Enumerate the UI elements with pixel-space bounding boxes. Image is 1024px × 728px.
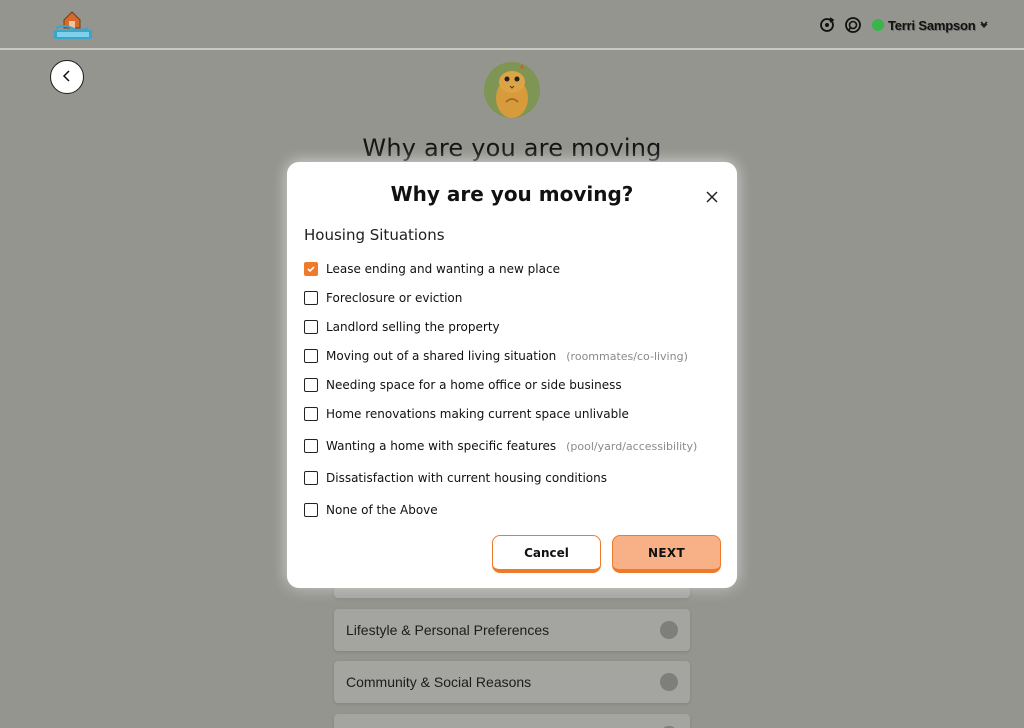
category-label: Lifestyle & Personal Preferences	[346, 622, 550, 638]
checkbox[interactable]	[304, 349, 318, 363]
checkbox-checked[interactable]	[304, 262, 318, 276]
option-label: Dissatisfaction with current housing con…	[326, 471, 607, 485]
option-row[interactable]: Dissatisfaction with current housing con…	[304, 468, 607, 488]
option-row[interactable]: Moving out of a shared living situation (…	[304, 346, 688, 366]
user-name: Terri Sampson	[888, 17, 976, 33]
page-heading: Why are you are moving	[362, 134, 662, 162]
option-row[interactable]: Lease ending and wanting a new place	[304, 259, 560, 279]
option-label: None of the Above	[326, 503, 438, 517]
checkbox[interactable]	[304, 503, 318, 517]
category-card[interactable]: Lifestyle & Personal Preferences	[334, 609, 690, 651]
close-icon[interactable]	[701, 186, 723, 208]
category-label: Community & Social Reasons	[346, 674, 532, 690]
checkbox[interactable]	[304, 378, 318, 392]
next-button[interactable]: NEXT	[612, 535, 721, 573]
option-row[interactable]: Wanting a home with specific features (po…	[304, 436, 697, 456]
checkbox[interactable]	[304, 407, 318, 421]
option-label: Landlord selling the property	[326, 320, 500, 334]
chevron-down-icon[interactable]	[979, 19, 989, 32]
section-title: Housing Situations	[304, 226, 445, 244]
header-actions: Terri Sampson	[818, 14, 989, 36]
option-row[interactable]: Foreclosure or eviction	[304, 288, 462, 308]
option-row[interactable]: Home renovations making current space un…	[304, 404, 629, 424]
app-logo[interactable]	[50, 6, 96, 42]
option-hint: (roommates/co-living)	[566, 349, 688, 363]
category-card[interactable]: Community & Social Reasons	[334, 661, 690, 703]
option-label: Needing space for a home office or side …	[326, 378, 622, 392]
option-label: Moving out of a shared living situation	[326, 349, 557, 363]
option-label: Foreclosure or eviction	[326, 291, 463, 305]
option-hint: (pool/yard/accessibility)	[566, 439, 698, 453]
option-row[interactable]: Needing space for a home office or side …	[304, 375, 622, 395]
checkbox[interactable]	[304, 320, 318, 334]
checkbox[interactable]	[304, 439, 318, 453]
radio-icon[interactable]	[660, 621, 678, 639]
back-button[interactable]	[50, 60, 84, 94]
option-label: Wanting a home with specific features	[326, 439, 557, 453]
support-icon[interactable]	[844, 16, 862, 34]
user-menu[interactable]: Terri Sampson	[872, 18, 989, 33]
cancel-button[interactable]: Cancel	[492, 535, 601, 573]
check-icon	[307, 266, 315, 273]
option-row[interactable]: None of the Above	[304, 500, 438, 520]
modal-title: Why are you moving?	[390, 182, 634, 206]
chevron-left-icon	[60, 68, 74, 87]
mascot-avatar	[484, 62, 540, 118]
radio-icon[interactable]	[660, 673, 678, 691]
option-row[interactable]: Landlord selling the property	[304, 317, 500, 337]
user-status-icon	[872, 19, 884, 31]
checkbox[interactable]	[304, 291, 318, 305]
category-card[interactable]	[334, 714, 690, 728]
refresh-icon[interactable]	[818, 16, 836, 34]
reason-modal: Why are you moving? Housing Situations L…	[287, 162, 737, 588]
checkbox[interactable]	[304, 471, 318, 485]
option-label: Lease ending and wanting a new place	[326, 262, 560, 276]
top-bar: Terri Sampson	[0, 0, 1024, 50]
option-label: Home renovations making current space un…	[326, 407, 629, 421]
